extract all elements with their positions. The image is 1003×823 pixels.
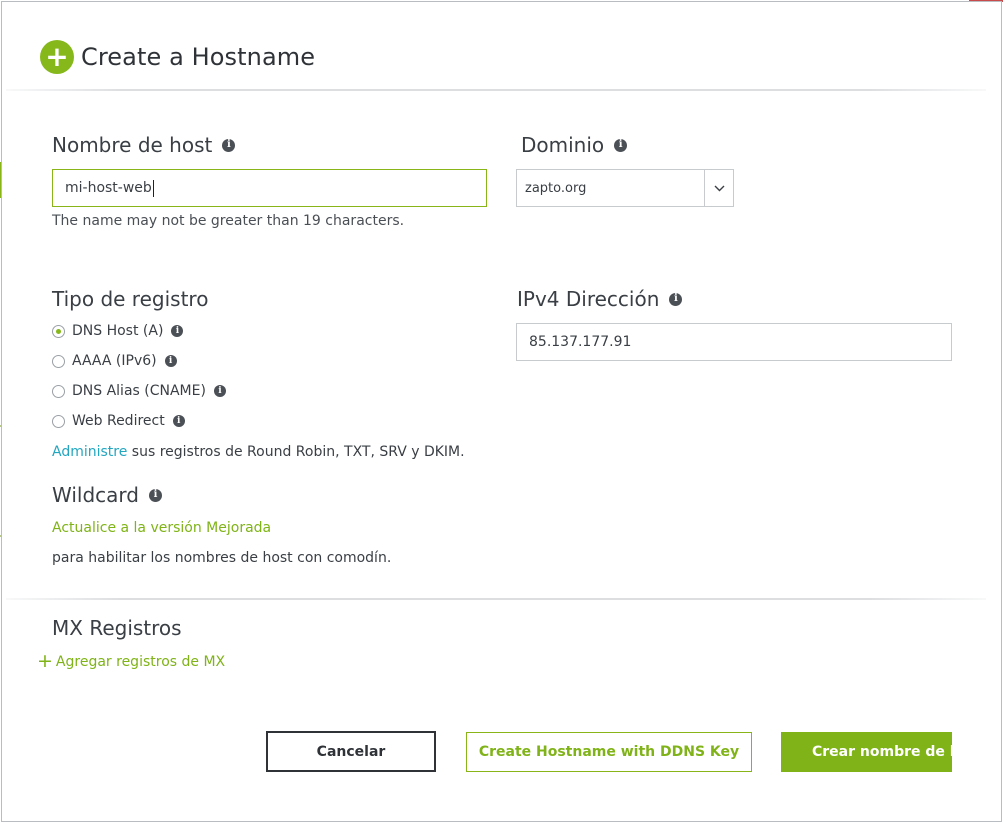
dialog-title: Create a Hostname — [81, 43, 316, 71]
create-with-ddns-key-button[interactable]: Create Hostname with DDNS Key — [466, 732, 752, 772]
radio-option-dns-host-a[interactable]: DNS Host (A) i — [52, 323, 184, 339]
add-mx-records-link[interactable]: + Agregar registros de MX — [37, 652, 225, 671]
add-mx-records-label: Agregar registros de MX — [55, 653, 226, 670]
radio-option-web-redirect[interactable]: Web Redirect i — [52, 413, 185, 429]
mx-label-text: MX Registros — [52, 616, 182, 640]
cancel-button[interactable]: Cancelar — [266, 731, 436, 772]
record-type-label: Tipo de registro — [52, 287, 208, 311]
manage-records-text: Administre sus registros de Round Robin,… — [52, 444, 465, 460]
hostname-input-value: mi-host-web — [65, 180, 152, 196]
radio-option-aaaa[interactable]: AAAA (IPv6) i — [52, 353, 177, 369]
create-hostname-button[interactable]: Crear nombre de host — [781, 732, 952, 772]
ipv4-label: IPv4 Dirección i — [517, 287, 683, 311]
hostname-input[interactable]: mi-host-web — [52, 169, 487, 207]
wildcard-label-text: Wildcard — [52, 483, 139, 507]
radio-option-cname[interactable]: DNS Alias (CNAME) i — [52, 383, 226, 399]
chevron-down-icon[interactable] — [704, 170, 733, 206]
record-type-label-text: Tipo de registro — [52, 287, 209, 311]
radio-label: DNS Host (A) — [72, 323, 164, 339]
info-icon[interactable]: i — [669, 292, 683, 306]
hostname-label: Nombre de host i — [52, 133, 236, 157]
info-icon[interactable]: i — [148, 488, 162, 502]
domain-select[interactable]: zapto.org — [516, 169, 734, 207]
plus-circle-icon: + — [40, 40, 74, 74]
radio-button[interactable] — [52, 384, 65, 398]
radio-label: AAAA (IPv6) — [72, 353, 157, 369]
plus-icon: + — [37, 650, 53, 672]
ipv4-label-text: IPv4 Dirección — [517, 287, 660, 311]
hostname-label-text: Nombre de host — [52, 133, 213, 157]
wildcard-label: Wildcard i — [52, 483, 162, 507]
radio-button[interactable] — [52, 324, 65, 338]
manage-records-description: sus registros de Round Robin, TXT, SRV y… — [127, 444, 465, 460]
ipv4-input-value: 85.137.177.91 — [529, 334, 632, 350]
header-divider — [6, 89, 986, 91]
domain-label: Dominio i — [521, 133, 628, 157]
section-divider — [6, 598, 986, 600]
info-icon[interactable]: i — [171, 325, 184, 337]
hostname-help-text: The name may not be greater than 19 char… — [52, 213, 405, 229]
upgrade-link[interactable]: Actualice a la versión Mejorada — [52, 520, 271, 536]
radio-button[interactable] — [52, 414, 65, 428]
radio-label: DNS Alias (CNAME) — [72, 383, 206, 399]
radio-button[interactable] — [52, 354, 65, 368]
mx-label: MX Registros — [52, 616, 182, 640]
create-hostname-dialog — [1, 1, 1002, 822]
info-icon[interactable]: i — [614, 138, 628, 152]
wildcard-description: para habilitar los nombres de host con c… — [52, 550, 392, 566]
info-icon[interactable]: i — [164, 355, 177, 367]
radio-label: Web Redirect — [72, 413, 165, 429]
info-icon[interactable]: i — [213, 385, 226, 397]
ipv4-input[interactable]: 85.137.177.91 — [516, 323, 952, 361]
domain-select-value: zapto.org — [525, 180, 587, 196]
info-icon[interactable]: i — [172, 415, 185, 427]
dialog-header: + Create a Hostname — [40, 40, 315, 74]
info-icon[interactable]: i — [222, 138, 236, 152]
text-caret — [152, 179, 154, 197]
domain-label-text: Dominio — [521, 133, 605, 157]
manage-records-link[interactable]: Administre — [52, 444, 127, 460]
